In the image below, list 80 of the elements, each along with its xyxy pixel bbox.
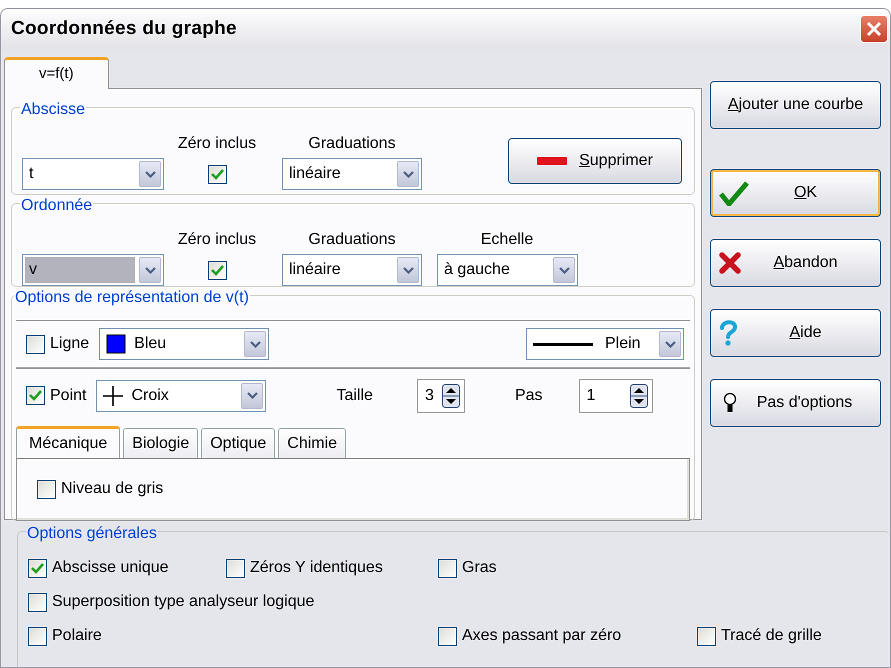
column-label: Echelle xyxy=(480,230,534,250)
checkbox[interactable] xyxy=(226,558,245,578)
group-title: Options générales xyxy=(26,525,158,543)
checkbox-label: Superposition type analyseur logique xyxy=(52,592,314,612)
close-icon xyxy=(866,21,882,37)
chevron-down-icon xyxy=(246,392,258,399)
dropdown-button[interactable] xyxy=(241,382,264,408)
dialog-button[interactable]: Ajouter une courbe xyxy=(710,81,881,129)
cross-icon xyxy=(719,252,741,274)
axis-side-dropdown[interactable]: à gauche xyxy=(437,254,578,286)
checkbox-label: Gras xyxy=(462,558,497,578)
tab[interactable]: Chimie xyxy=(278,428,346,458)
chevron-down-icon xyxy=(144,266,156,274)
light-bulb-icon xyxy=(723,392,737,414)
chevron-down-icon xyxy=(144,170,156,178)
chevron-down-icon xyxy=(558,266,570,274)
dialog-button[interactable]: OK xyxy=(710,169,881,217)
checkbox-label: Zéros Y identiques xyxy=(250,558,383,578)
chevron-down-icon xyxy=(250,340,261,348)
dropdown-button[interactable] xyxy=(659,331,681,357)
window-title: Coordonnées du graphe xyxy=(11,16,237,41)
checkbox[interactable] xyxy=(26,386,45,405)
chevron-down-icon xyxy=(402,266,414,274)
chevron-down-icon xyxy=(664,340,676,348)
question-mark-icon xyxy=(719,320,737,346)
checkbox[interactable] xyxy=(438,558,457,578)
dropdown-button[interactable] xyxy=(553,257,575,283)
delete-button[interactable]: Supprimer xyxy=(508,138,682,184)
field-label: Taille xyxy=(336,386,373,406)
dialog-button[interactable]: Aide xyxy=(710,309,881,357)
dropdown-button[interactable] xyxy=(139,257,161,283)
solid-line-icon xyxy=(533,342,593,346)
checkbox[interactable] xyxy=(37,480,56,498)
checkbox[interactable] xyxy=(208,260,226,280)
scale-type-dropdown[interactable]: linéaire xyxy=(282,254,422,286)
close-button[interactable] xyxy=(860,15,888,43)
checkmark-icon xyxy=(719,180,749,206)
dialog-button[interactable]: Abandon xyxy=(710,239,881,287)
column-label: Graduations xyxy=(307,230,397,250)
column-label: Zéro inclus xyxy=(176,134,258,154)
spin-arrows-icon xyxy=(442,384,460,408)
checkbox-label: Niveau de gris xyxy=(61,479,164,499)
dropdown-button[interactable] xyxy=(397,161,419,187)
checkbox-label: Abscisse unique xyxy=(52,558,169,578)
checkbox[interactable] xyxy=(208,164,226,184)
group-title: Options de représentation de v(t) xyxy=(14,289,250,307)
tab[interactable]: v=f(t) xyxy=(4,57,109,89)
checkbox-label: Tracé de grille xyxy=(721,626,822,646)
variable-dropdown[interactable]: v xyxy=(22,254,164,286)
step-spinner[interactable]: 1 xyxy=(578,378,653,412)
color-dropdown[interactable]: Bleu xyxy=(99,328,270,360)
tab[interactable]: Optique xyxy=(201,428,276,458)
dropdown-button[interactable] xyxy=(397,257,419,283)
tab[interactable]: Mécanique xyxy=(16,426,120,458)
dropdown-button[interactable] xyxy=(139,161,161,187)
checkbox-label: Polaire xyxy=(52,626,102,646)
checkbox[interactable] xyxy=(26,334,45,354)
tab[interactable]: Biologie xyxy=(123,428,198,458)
column-label: Zéro inclus xyxy=(176,230,258,250)
marker-dropdown[interactable]: Croix xyxy=(96,380,266,412)
size-spinner[interactable]: 3 xyxy=(416,378,465,412)
cross-icon xyxy=(103,386,124,406)
checkbox-label: Ligne xyxy=(50,334,90,354)
checkbox[interactable] xyxy=(28,592,47,612)
variable-dropdown[interactable]: t xyxy=(22,158,164,190)
column-label: Graduations xyxy=(307,134,397,154)
dropdown-button[interactable] xyxy=(244,331,266,357)
checkbox[interactable] xyxy=(438,626,457,646)
checkbox[interactable] xyxy=(28,558,47,578)
line-style-dropdown[interactable]: Plein xyxy=(526,328,684,360)
spin-arrows-icon xyxy=(630,384,648,408)
checkbox[interactable] xyxy=(697,626,716,646)
scale-type-dropdown[interactable]: linéaire xyxy=(282,158,422,190)
checkbox-label: Point xyxy=(50,386,86,406)
checkbox-label: Axes passant par zéro xyxy=(462,626,622,646)
chevron-down-icon xyxy=(402,170,414,178)
field-label: Pas xyxy=(514,386,543,406)
checkbox[interactable] xyxy=(28,626,47,646)
minus-icon xyxy=(537,157,568,165)
dialog-button[interactable]: Pas d'options xyxy=(710,379,881,427)
